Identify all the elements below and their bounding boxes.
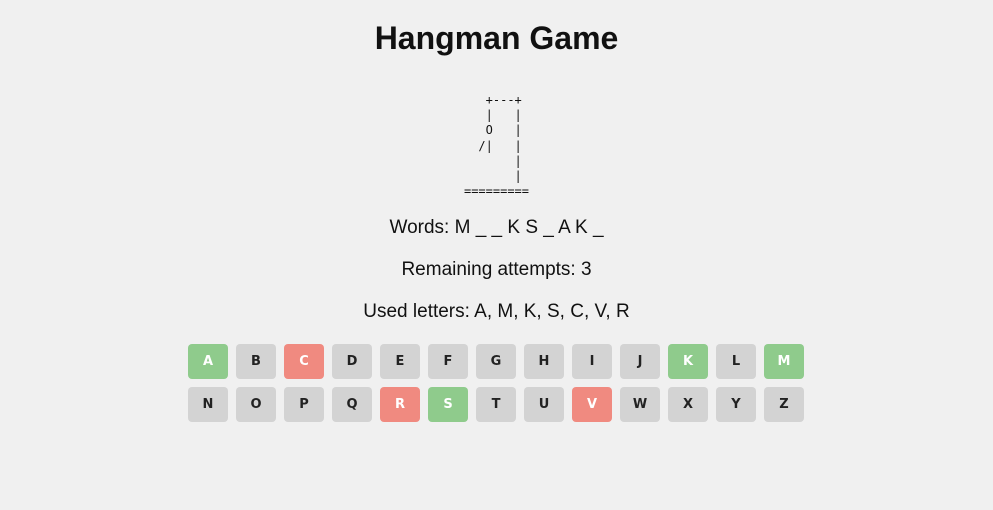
letter-key-h[interactable]: H (524, 344, 564, 379)
letter-key-f[interactable]: F (428, 344, 468, 379)
letter-key-y[interactable]: Y (716, 387, 756, 422)
letter-key-i[interactable]: I (572, 344, 612, 379)
letter-key-d[interactable]: D (332, 344, 372, 379)
letter-key-p[interactable]: P (284, 387, 324, 422)
letter-key-t[interactable]: T (476, 387, 516, 422)
letter-key-b[interactable]: B (236, 344, 276, 379)
hangman-drawing: +---+ | | O | /| | | | ========= (463, 93, 530, 199)
letter-key-j[interactable]: J (620, 344, 660, 379)
letter-key-c[interactable]: C (284, 344, 324, 379)
used-letters: Used letters: A, M, K, S, C, V, R (363, 301, 630, 322)
hangman-page: Hangman Game +---+ | | O | /| | | | ====… (0, 0, 993, 510)
letter-key-k[interactable]: K (668, 344, 708, 379)
page-title: Hangman Game (374, 20, 619, 56)
word-display: Words: M _ _ K S _ A K _ (389, 217, 604, 238)
letter-key-v[interactable]: V (572, 387, 612, 422)
letter-key-u[interactable]: U (524, 387, 564, 422)
letter-key-l[interactable]: L (716, 344, 756, 379)
remaining-attempts: Remaining attempts: 3 (401, 259, 592, 280)
gallows-container: +---+ | | O | /| | | | ========= (0, 93, 993, 200)
letter-key-x[interactable]: X (668, 387, 708, 422)
letter-key-e[interactable]: E (380, 344, 420, 379)
letter-key-z[interactable]: Z (764, 387, 804, 422)
letter-key-r[interactable]: R (380, 387, 420, 422)
letter-key-m[interactable]: M (764, 344, 804, 379)
letter-key-n[interactable]: N (188, 387, 228, 422)
letter-key-q[interactable]: Q (332, 387, 372, 422)
letter-key-w[interactable]: W (620, 387, 660, 422)
letter-key-a[interactable]: A (188, 344, 228, 379)
keyboard-row: ABCDEFGHIJKLM (188, 344, 808, 379)
letter-key-g[interactable]: G (476, 344, 516, 379)
letter-key-s[interactable]: S (428, 387, 468, 422)
letter-key-o[interactable]: O (236, 387, 276, 422)
letter-keyboard: ABCDEFGHIJKLM NOPQRSTUVWXYZ (188, 344, 808, 430)
keyboard-row: NOPQRSTUVWXYZ (188, 387, 808, 422)
